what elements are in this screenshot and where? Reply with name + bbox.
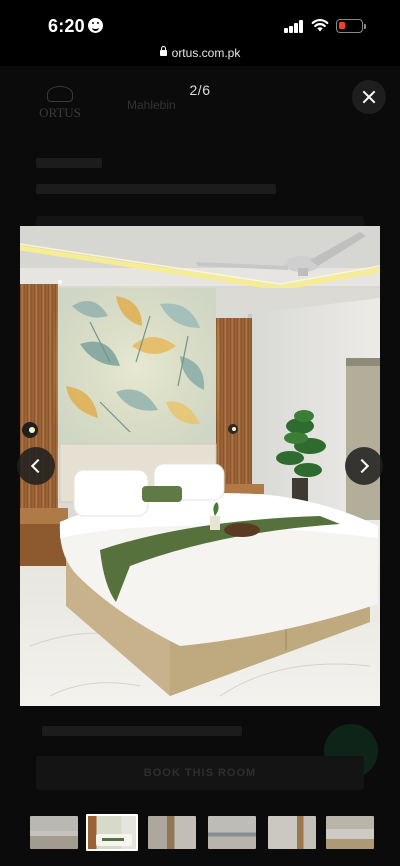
- gallery-image-bedroom: [20, 226, 380, 706]
- chevron-right-icon[interactable]: [345, 447, 383, 485]
- bedroom-photo: [20, 226, 380, 706]
- status-time: 6:20: [48, 16, 85, 36]
- smiley-icon: [88, 18, 103, 33]
- image-counter: 2/6: [189, 82, 211, 98]
- thumbnail-6[interactable]: [326, 816, 374, 849]
- url-text: ortus.com.pk: [171, 46, 241, 60]
- wifi-icon: [311, 18, 329, 32]
- chevron-left-icon[interactable]: [17, 447, 55, 485]
- close-icon[interactable]: [352, 80, 386, 114]
- thumbnail-5[interactable]: [268, 816, 316, 849]
- thumbnail-3[interactable]: [148, 816, 196, 849]
- thumbnail-1[interactable]: [30, 816, 78, 849]
- status-bar: 6:20: [0, 0, 400, 48]
- background-nav: Mahlebin: [127, 98, 176, 112]
- thumbnail-4[interactable]: [208, 816, 256, 849]
- cellular-signal-icon: [284, 20, 304, 33]
- lock-icon: [159, 46, 167, 56]
- url-bar[interactable]: ortus.com.pk: [0, 46, 400, 66]
- thumbnail-strip: [0, 812, 400, 852]
- thumbnail-2[interactable]: [86, 814, 138, 851]
- battery-low-icon: [336, 19, 366, 33]
- book-room-button: BOOK THIS ROOM: [36, 756, 364, 790]
